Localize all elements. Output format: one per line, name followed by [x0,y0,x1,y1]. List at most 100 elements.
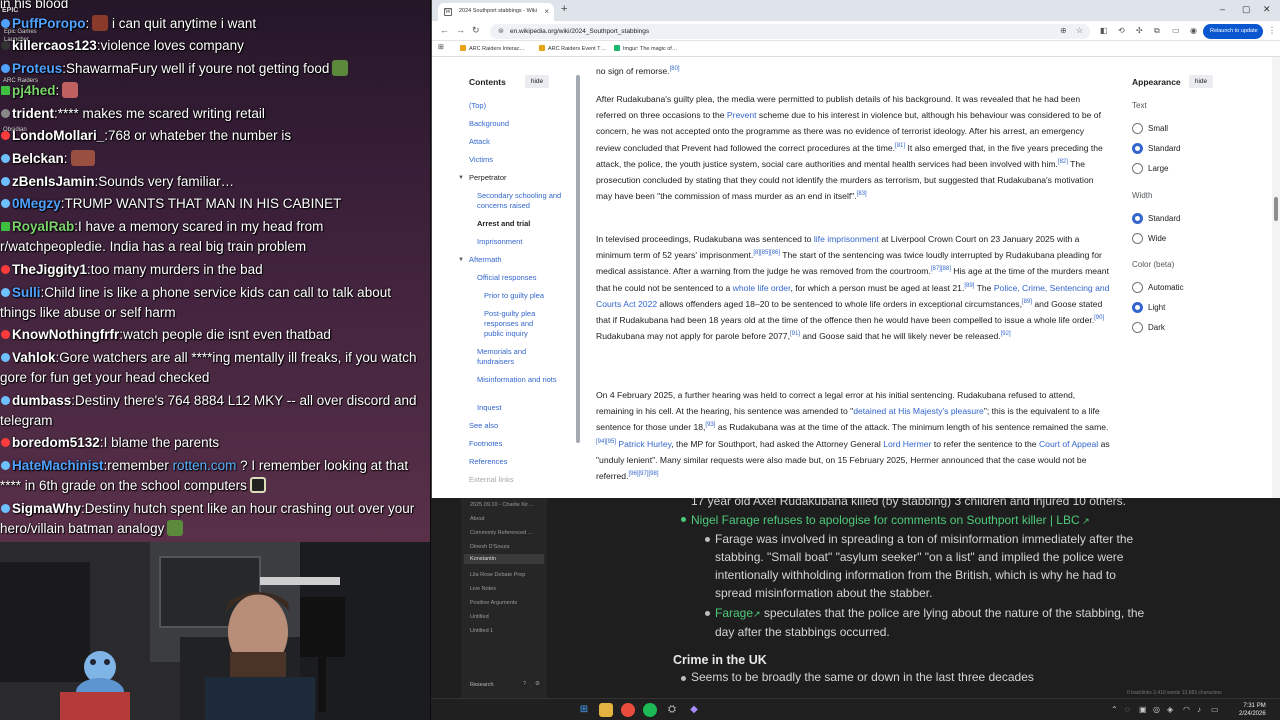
toc-item[interactable]: Background [469,119,564,129]
forward-icon[interactable]: → [456,25,465,35]
page-scrollbar[interactable] [1272,57,1280,498]
extensions-icon[interactable]: ⧉ [1154,26,1160,36]
toc-item[interactable]: Footnotes [469,439,564,449]
apps-grid-icon[interactable]: ⊞ [438,43,444,51]
file-explorer-icon[interactable] [599,703,613,717]
toc-item[interactable]: Inquest [477,403,572,413]
note-file[interactable]: Untitled 1 [470,628,493,634]
new-tab-icon[interactable]: + [561,3,567,15]
citation[interactable]: [90] [1094,315,1104,321]
external-link[interactable]: Nigel Farage refuses to apologise for co… [691,513,1080,527]
toc-item[interactable]: Attack [469,137,564,147]
note-file[interactable]: 2025.09.10 - Charlie Kir… [470,502,534,508]
radio-width-standard[interactable] [1132,213,1143,224]
link-prevent[interactable]: Prevent [727,110,757,120]
obsidian-icon[interactable]: ◆ [687,703,701,717]
wifi-icon[interactable]: ◠ [1183,705,1190,714]
tray-icon[interactable]: ⌃ [1111,705,1118,714]
vault-switcher[interactable]: Research [470,682,494,688]
citation[interactable]: [94][95] [596,439,616,445]
toc-item[interactable]: (Top) [469,101,564,111]
extension-icon[interactable]: ⟲ [1118,26,1125,35]
site-info-icon[interactable]: ⊜ [498,27,504,35]
extension-icon[interactable]: ◧ [1100,26,1108,35]
appearance-hide-button[interactable]: hide [1189,75,1213,88]
citation[interactable]: [87][88] [931,266,951,272]
chevron-down-icon[interactable]: ▼ [458,257,464,263]
link-whole-life-order[interactable]: whole life order [733,283,791,293]
chevron-down-icon[interactable]: ▼ [458,175,464,181]
tray-icon[interactable]: ▣ [1139,705,1147,714]
citation[interactable]: [91] [790,331,800,337]
note-file[interactable]: Positive Arguments [470,600,517,606]
chrome-icon[interactable] [621,703,635,717]
citation[interactable]: [81] [895,143,905,149]
radio-color-dark[interactable] [1132,322,1143,333]
link-court-of-appeal[interactable]: Court of Appeal [1039,439,1098,449]
note-file-selected[interactable]: Konstantin [464,554,544,564]
citation[interactable]: [80] [670,66,680,72]
citation[interactable]: [93] [705,422,715,428]
citation[interactable]: [92] [1001,331,1011,337]
toc-item[interactable]: Victims [469,155,564,165]
bookmark-item[interactable]: Imgur: The magic of… [614,45,677,52]
note-file[interactable]: Live Notes [470,586,496,592]
tray-icon[interactable]: ◎ [1153,705,1160,714]
radio-width-wide[interactable] [1132,233,1143,244]
tray-icon[interactable]: ◌ [1125,705,1130,714]
spotify-icon[interactable] [643,703,657,717]
bookmark-item[interactable]: ARC Raiders Event T… [539,45,606,52]
url-field[interactable]: ⊜ en.wikipedia.org/wiki/2024_Southport_s… [490,24,1090,39]
toc-item[interactable]: References [469,457,564,467]
toc-scrollbar[interactable] [576,75,580,443]
tray-icon[interactable]: ◈ [1167,705,1173,714]
citation[interactable]: [8][85][86] [753,250,780,256]
steam-icon[interactable]: ⛭ [665,703,679,717]
scrollbar-thumb[interactable] [1274,197,1278,221]
toc-item[interactable]: Memorials and fundraisers [477,347,547,367]
radio-color-light[interactable] [1132,302,1143,313]
toc-item[interactable]: Official responses [477,273,572,283]
close-tab-icon[interactable]: × [544,7,549,16]
toc-item[interactable]: Aftermath [469,255,564,265]
link-lord-hermer[interactable]: Lord Hermer [883,439,931,449]
sidebar-icon[interactable]: ▭ [1172,26,1180,35]
external-link[interactable]: Farage [715,606,753,620]
radio-text-small[interactable] [1132,123,1143,134]
close-window-icon[interactable]: ✕ [1263,4,1271,15]
bookmark-item[interactable]: ARC Raiders Interac… [460,45,525,52]
menu-icon[interactable]: ⋮ [1268,26,1276,35]
link-his-majestys-pleasure[interactable]: detained at His Majesty's pleasure [853,406,984,416]
tab-wikipedia[interactable]: W 2024 Southport stabbings - Wiki × [438,3,554,21]
relaunch-button[interactable]: Relaunch to update [1203,24,1263,39]
volume-icon[interactable]: ♪ [1197,705,1201,714]
toc-item[interactable]: Misinformation and riots [477,375,557,385]
reload-icon[interactable]: ↻ [472,25,480,36]
toc-item[interactable]: Prior to guilty plea [484,291,579,301]
note-file[interactable]: About [470,516,484,522]
back-icon[interactable]: ← [440,25,449,35]
radio-color-automatic[interactable] [1132,282,1143,293]
toc-item[interactable]: See also [469,421,564,431]
note-file[interactable]: Lila Rose Debate Prep [470,572,525,578]
toc-item[interactable]: Imprisonment [477,237,572,247]
clock[interactable]: 7:31 PM 2/24/2026 [1239,702,1266,718]
citation[interactable]: [82] [1058,159,1068,165]
note-file[interactable]: Commonly Referenced … [470,530,533,536]
toc-item[interactable]: Post-guilty plea responses and public in… [484,309,554,339]
citation[interactable]: [89] [1022,299,1032,305]
note-file[interactable]: Dinesh D'Souza [470,544,509,550]
citation[interactable]: [89] [964,283,974,289]
radio-text-standard[interactable] [1132,143,1143,154]
radio-text-large[interactable] [1132,163,1143,174]
citation[interactable]: [96][97][98] [628,471,658,477]
profile-icon[interactable]: ◉ [1190,26,1197,35]
note-file[interactable]: Untitled [470,614,489,620]
toc-hide-button[interactable]: hide [525,75,549,88]
maximize-icon[interactable]: ▢ [1242,4,1251,15]
chat-link[interactable]: rotten.com [173,458,237,473]
windows-start-icon[interactable]: ⊞ [577,703,591,717]
toc-item[interactable]: External links [469,475,564,485]
battery-icon[interactable]: ▭ [1211,705,1219,714]
toc-item[interactable]: Secondary schooling and concerns raised [477,191,563,211]
